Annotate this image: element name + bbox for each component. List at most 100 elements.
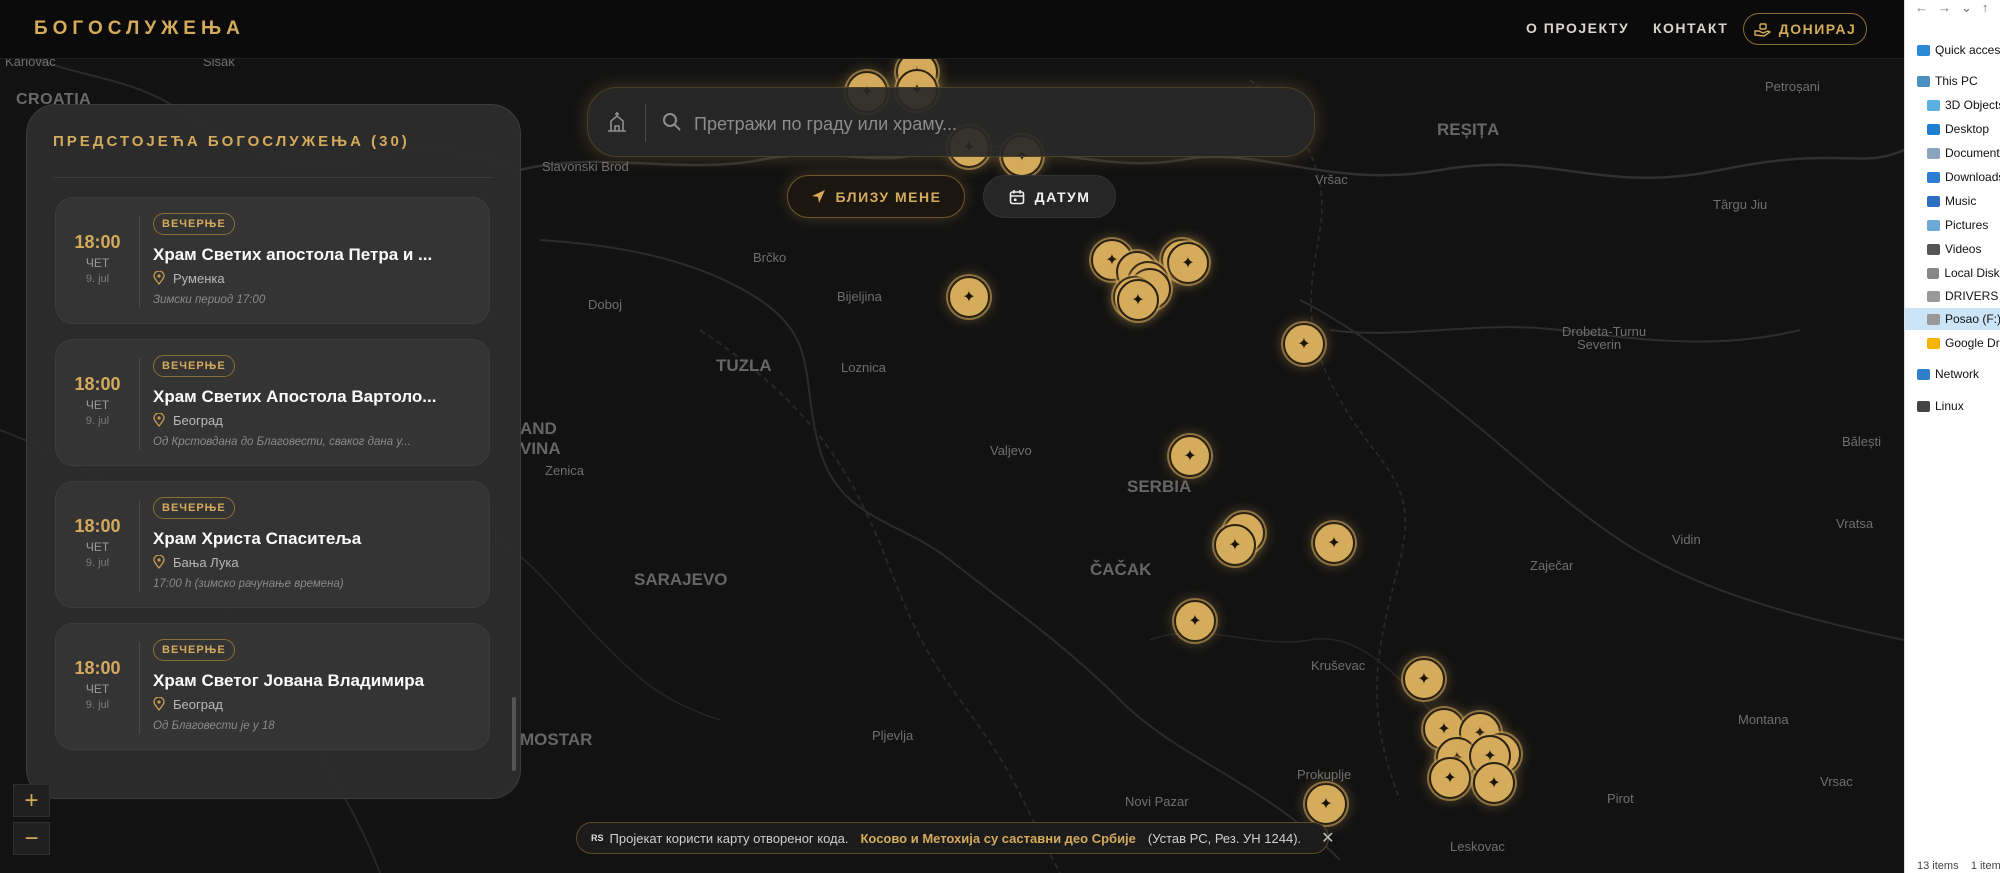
file-explorer-pane: ←→⌄↑ Quick access This PC 3D Objects Des… (1904, 0, 2000, 873)
location-pin-icon (153, 697, 165, 711)
service-date: 9. jul (85, 699, 110, 711)
explorer-item-this-pc[interactable]: This PC (1905, 70, 2000, 92)
church-marker[interactable]: ✦ (1283, 323, 1325, 365)
map-label: Pirot (1607, 791, 1634, 806)
nav-about-link[interactable]: О ПРОЈЕКТУ (1526, 20, 1629, 36)
church-city: Бања Лука (173, 555, 239, 570)
card-divider (139, 358, 140, 450)
service-card[interactable]: 18:00 ЧЕТ 9. jul ВЕЧЕРЊЕ Храм Христа Спа… (55, 481, 490, 608)
church-marker[interactable]: ✦ (1167, 242, 1209, 284)
service-weekday: ЧЕТ (85, 682, 110, 696)
map-label: Kruševac (1311, 658, 1366, 673)
computer-icon (1917, 75, 1930, 87)
explorer-item-downloads[interactable]: Downloads (1905, 166, 2000, 188)
map-label: Vidin (1672, 532, 1701, 547)
map-label: Vrsac (1820, 774, 1853, 789)
explorer-item-local-disk[interactable]: Local Disk (C:) (1905, 262, 2000, 284)
explorer-item-pictures[interactable]: Pictures (1905, 214, 2000, 236)
picture-icon (1927, 219, 1940, 231)
explorer-item-label: Posao (F:) (1945, 312, 2000, 326)
service-card[interactable]: 18:00 ЧЕТ 9. jul ВЕЧЕРЊЕ Храм Светих апо… (55, 197, 490, 324)
service-date: 9. jul (85, 415, 110, 427)
church-icon (608, 112, 626, 132)
explorer-item-videos[interactable]: Videos (1905, 238, 2000, 260)
map-label: Bălești (1842, 434, 1882, 449)
map-label: Severin (1577, 337, 1622, 352)
upcoming-services-panel[interactable]: ПРЕДСТОЈЕЋА БОГОСЛУЖЕЊА (30) 18:00 ЧЕТ 9… (26, 104, 521, 799)
brand-logo[interactable]: БОГОСЛУЖЕЊА (34, 18, 245, 40)
date-label: ДАТУМ (1034, 188, 1091, 205)
church-marker[interactable]: ✦ (1305, 783, 1347, 825)
service-time: 18:00 (74, 374, 121, 394)
navigation-arrow-icon (811, 190, 825, 203)
map-label: MOSTAR (520, 730, 593, 749)
zoom-out-button[interactable]: − (13, 822, 50, 855)
explorer-item-linux[interactable]: Linux (1905, 395, 2000, 417)
explorer-nav-arrows[interactable]: ←→⌄↑ (1915, 0, 1998, 16)
service-type-badge: ВЕЧЕРЊЕ (153, 497, 235, 519)
attribution-reference: (Устав РС, Рез. УН 1244). (1147, 830, 1302, 846)
explorer-item-label: Quick access (1935, 43, 2000, 57)
search-bar[interactable] (587, 87, 1315, 157)
donate-button[interactable]: ДОНИРАЈ (1743, 13, 1867, 45)
explorer-item-desktop[interactable]: Desktop (1905, 118, 2000, 140)
explorer-item-network[interactable]: Network (1905, 363, 2000, 385)
service-type-badge: ВЕЧЕРЊЕ (153, 355, 235, 377)
explorer-item-label: Desktop (1945, 122, 1990, 136)
zoom-in-button[interactable]: + (13, 784, 50, 817)
date-button[interactable]: ДАТУМ (983, 175, 1116, 218)
card-divider (139, 642, 140, 734)
explorer-item-label: Pictures (1945, 218, 1989, 232)
church-marker[interactable]: ✦ (1313, 522, 1355, 564)
church-marker[interactable]: ✦ (1403, 658, 1445, 700)
service-card[interactable]: 18:00 ЧЕТ 9. jul ВЕЧЕРЊЕ Храм Светог Јов… (55, 623, 490, 750)
map-label: Târgu Jiu (1713, 197, 1768, 212)
map-label: Vratsa (1836, 516, 1874, 531)
calendar-icon (1009, 189, 1024, 204)
service-note: 17:00 h (зимско рачунање времена) (153, 578, 344, 590)
location-pin-icon (153, 413, 165, 427)
church-marker[interactable]: ✦ (1429, 757, 1471, 799)
map-label: Pljevlja (872, 728, 914, 743)
map-label: Novi Pazar (1125, 794, 1189, 809)
explorer-item-music[interactable]: Music (1905, 190, 2000, 212)
church-marker[interactable]: ✦ (1214, 524, 1256, 566)
map-label: Vršac (1315, 172, 1348, 187)
explorer-item-google-drive[interactable]: Google Drive (1905, 332, 2000, 354)
attribution-highlight[interactable]: Косово и Метохија су саставни део Србије (860, 831, 1135, 846)
nav-contact-link[interactable]: КОНТАКТ (1653, 20, 1728, 36)
service-note: Од Крстовдана до Благовести, сваког дана… (153, 436, 411, 448)
church-marker[interactable]: ✦ (1473, 762, 1515, 804)
search-input[interactable] (692, 106, 1276, 142)
explorer-item-drivers[interactable]: DRIVERS (D:) (1905, 285, 2000, 307)
search-divider (645, 104, 646, 142)
location-pin-icon (153, 555, 165, 569)
explorer-item-posao[interactable]: Posao (F:) (1905, 308, 2000, 330)
service-card[interactable]: 18:00 ЧЕТ 9. jul ВЕЧЕРЊЕ Храм Светих Апо… (55, 339, 490, 466)
map-label: TUZLA (716, 356, 772, 375)
panel-scrollbar[interactable] (512, 697, 516, 771)
attribution-text: Пројекат користи карту отвореног кода. (609, 830, 849, 846)
church-marker[interactable]: ✦ (1117, 279, 1159, 321)
service-type-badge: ВЕЧЕРЊЕ (153, 639, 235, 661)
explorer-item-label: Videos (1945, 242, 1982, 256)
service-time: 18:00 (74, 232, 121, 252)
map-label: Valjevo (990, 443, 1032, 458)
card-divider (139, 500, 140, 592)
explorer-item-documents[interactable]: Documents (1905, 142, 2000, 164)
google-drive-icon (1927, 337, 1940, 349)
near-me-button[interactable]: БЛИЗУ МЕНЕ (787, 175, 965, 218)
map-label: Leskovac (1450, 839, 1505, 854)
explorer-item-quick-access[interactable]: Quick access (1905, 39, 2000, 61)
near-me-label: БЛИЗУ МЕНЕ (835, 188, 942, 205)
explorer-item-3d-objects[interactable]: 3D Objects (1905, 94, 2000, 116)
service-weekday: ЧЕТ (85, 398, 110, 412)
church-marker[interactable]: ✦ (1169, 435, 1211, 477)
map-label: Loznica (841, 360, 886, 375)
church-marker[interactable]: ✦ (948, 276, 990, 318)
network-icon (1917, 368, 1930, 380)
church-marker[interactable]: ✦ (1174, 600, 1216, 642)
explorer-item-label: Documents (1945, 146, 2000, 160)
close-icon[interactable]: ✕ (1321, 828, 1334, 848)
explorer-item-label: 3D Objects (1945, 98, 2000, 112)
